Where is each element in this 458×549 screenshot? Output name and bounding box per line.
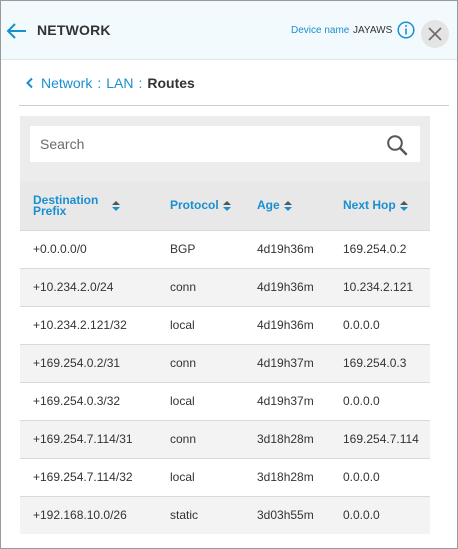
search-input[interactable] <box>30 126 380 162</box>
table-row[interactable]: +10.234.2.0/24 conn 4d19h36m 10.234.2.12… <box>20 268 430 306</box>
breadcrumb-current: Routes <box>147 75 195 91</box>
column-header-age[interactable]: Age <box>257 181 292 230</box>
breadcrumb-lan[interactable]: LAN <box>106 75 133 91</box>
cell-age: 4d19h37m <box>257 356 314 370</box>
cell-next-hop: 0.0.0.0 <box>343 470 380 484</box>
search-icon[interactable] <box>386 134 408 156</box>
cell-age: 4d19h37m <box>257 394 314 408</box>
close-button[interactable] <box>421 20 449 48</box>
cell-age: 3d03h55m <box>257 508 314 522</box>
divider <box>19 105 449 106</box>
info-icon[interactable] <box>397 21 415 39</box>
table-row[interactable]: +169.254.0.3/32 local 4d19h37m 0.0.0.0 <box>20 382 430 420</box>
column-header-protocol[interactable]: Protocol <box>170 181 231 230</box>
cell-next-hop: 10.234.2.121 <box>343 280 414 294</box>
device-name-value: JAYAWS <box>353 25 393 36</box>
cell-protocol: static <box>170 508 199 522</box>
chevron-left-icon[interactable] <box>25 77 35 89</box>
column-header-next-hop[interactable]: Next Hop <box>343 181 408 230</box>
app-window: NETWORK Device name JAYAWS Network : LAN… <box>0 0 458 549</box>
page-title: NETWORK <box>37 22 111 38</box>
breadcrumb: Network : LAN : Routes <box>25 75 195 91</box>
routes-table: Destination Prefix Protocol Age Next Hop… <box>20 181 430 534</box>
cell-age: 3d18h28m <box>257 432 314 446</box>
cell-prefix: +169.254.0.3/32 <box>33 394 121 408</box>
search-panel <box>20 116 430 181</box>
cell-protocol: conn <box>170 432 197 446</box>
close-icon <box>428 27 442 41</box>
cell-age: 4d19h36m <box>257 280 314 294</box>
cell-protocol: conn <box>170 280 197 294</box>
cell-prefix: +10.234.2.121/32 <box>33 318 127 332</box>
cell-next-hop: 0.0.0.0 <box>343 318 380 332</box>
cell-protocol: conn <box>170 356 197 370</box>
cell-protocol: local <box>170 318 195 332</box>
table-header: Destination Prefix Protocol Age Next Hop <box>20 181 430 230</box>
column-header-label: Destination Prefix <box>33 194 98 218</box>
table-row[interactable]: +10.234.2.121/32 local 4d19h36m 0.0.0.0 <box>20 306 430 344</box>
sort-icon <box>112 200 121 211</box>
breadcrumb-separator: : <box>138 75 143 91</box>
cell-next-hop: 0.0.0.0 <box>343 394 380 408</box>
cell-next-hop: 169.254.7.114 <box>343 432 419 446</box>
cell-next-hop: 169.254.0.3 <box>343 356 407 370</box>
table-row[interactable]: +169.254.0.2/31 conn 4d19h37m 169.254.0.… <box>20 344 430 382</box>
column-header-label: Protocol <box>170 198 219 212</box>
table-row[interactable]: +169.254.7.114/31 conn 3d18h28m 169.254.… <box>20 420 430 458</box>
cell-next-hop: 169.254.0.2 <box>343 242 407 256</box>
column-header-line: Prefix <box>33 203 67 218</box>
breadcrumb-network[interactable]: Network <box>41 75 92 91</box>
cell-prefix: +169.254.7.114/31 <box>33 432 133 446</box>
cell-age: 3d18h28m <box>257 470 314 484</box>
cell-protocol: BGP <box>170 242 196 256</box>
cell-prefix: +10.234.2.0/24 <box>33 280 114 294</box>
table-row[interactable]: +0.0.0.0/0 BGP 4d19h36m 169.254.0.2 <box>20 230 430 268</box>
device-name-label: Device name <box>291 25 350 36</box>
breadcrumb-separator: : <box>97 75 102 91</box>
cell-age: 4d19h36m <box>257 242 314 256</box>
sort-icon <box>283 200 292 211</box>
cell-prefix: +169.254.7.114/32 <box>33 470 133 484</box>
sort-icon <box>222 200 231 211</box>
page-header: NETWORK Device name JAYAWS <box>1 1 457 60</box>
cell-age: 4d19h36m <box>257 318 314 332</box>
search-box <box>30 126 420 162</box>
back-arrow-icon[interactable] <box>5 22 27 40</box>
table-row[interactable]: +192.168.10.0/26 static 3d03h55m 0.0.0.0 <box>20 496 430 534</box>
column-header-label: Age <box>257 198 280 212</box>
column-header-label: Next Hop <box>343 198 396 212</box>
cell-prefix: +192.168.10.0/26 <box>33 508 127 522</box>
cell-next-hop: 0.0.0.0 <box>343 508 380 522</box>
cell-protocol: local <box>170 470 195 484</box>
column-header-destination-prefix[interactable]: Destination Prefix <box>33 181 121 230</box>
cell-prefix: +169.254.0.2/31 <box>33 356 121 370</box>
cell-prefix: +0.0.0.0/0 <box>33 242 87 256</box>
sort-icon <box>399 200 408 211</box>
cell-protocol: local <box>170 394 195 408</box>
table-row[interactable]: +169.254.7.114/32 local 3d18h28m 0.0.0.0 <box>20 458 430 496</box>
